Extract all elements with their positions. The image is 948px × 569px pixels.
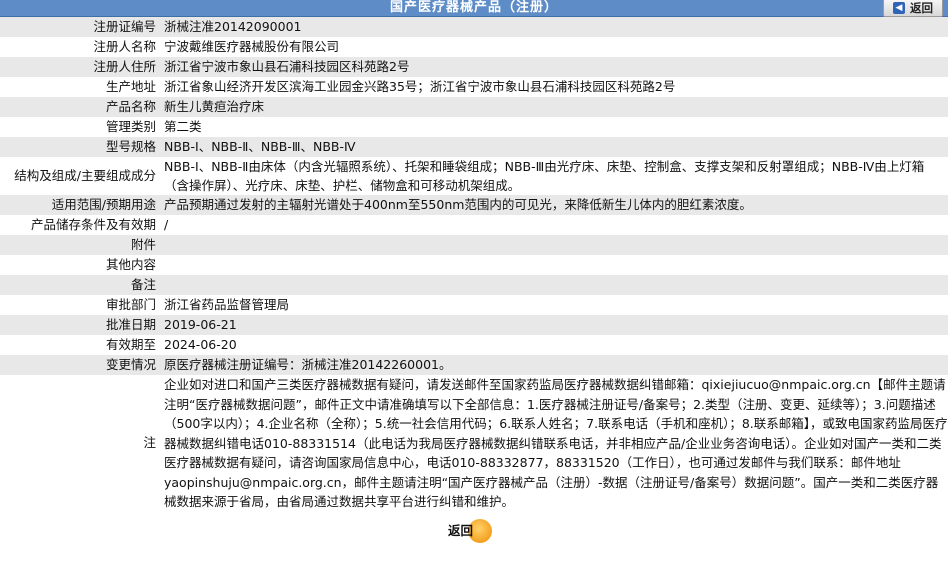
field-label: 注册人名称 <box>0 37 160 57</box>
field-value: NBB-Ⅰ、NBB-Ⅱ、NBB-Ⅲ、NBB-Ⅳ <box>160 137 948 157</box>
page-title: 国产医疗器械产品（注册） <box>389 0 558 15</box>
field-value: 浙江省宁波市象山县石浦科技园区科苑路2号 <box>160 57 948 77</box>
table-row: 管理类别 第二类 <box>0 117 948 137</box>
table-row: 其他内容 <box>0 255 948 275</box>
field-value: 浙江省药品监督管理局 <box>160 295 948 315</box>
table-row: 结构及组成/主要组成成分 NBB-Ⅰ、NBB-Ⅱ由床体（内含光辐照系统）、托架和睡… <box>0 157 948 195</box>
field-value: 宁波戴维医疗器械股份有限公司 <box>160 37 948 57</box>
table-row: 注册证编号 浙械注准20142090001 <box>0 17 948 37</box>
table-row: 注册人名称 宁波戴维医疗器械股份有限公司 <box>0 37 948 57</box>
table-row: 批准日期 2019-06-21 <box>0 315 948 335</box>
field-value: 企业如对进口和国产三类医疗器械数据有疑问，请发送邮件至国家药监局医疗器械数据纠错… <box>160 375 948 512</box>
field-label: 有效期至 <box>0 335 160 355</box>
field-label: 生产地址 <box>0 77 160 97</box>
detail-table: 注册证编号 浙械注准20142090001 注册人名称 宁波戴维医疗器械股份有限公司注… <box>0 17 948 512</box>
field-value: NBB-Ⅰ、NBB-Ⅱ由床体（内含光辐照系统）、托架和睡袋组成；NBB-Ⅲ由光疗… <box>160 157 948 195</box>
back-arrow-icon: ◀ <box>893 1 905 14</box>
table-row: 型号规格 NBB-Ⅰ、NBB-Ⅱ、NBB-Ⅲ、NBB-Ⅳ <box>0 137 948 157</box>
field-label: 产品名称 <box>0 97 160 117</box>
back-button-bottom[interactable]: 返回 <box>448 518 492 543</box>
table-row: 备注 <box>0 275 948 295</box>
field-label: 批准日期 <box>0 315 160 335</box>
table-row: 审批部门 浙江省药品监督管理局 <box>0 295 948 315</box>
field-label: 注册证编号 <box>0 17 160 37</box>
table-row: 有效期至 2024-06-20 <box>0 335 948 355</box>
field-value: 浙江省象山经济开发区滨海工业园金兴路35号；浙江省宁波市象山县石浦科技园区科苑路… <box>160 77 948 97</box>
page-footer: 返回 <box>0 512 948 544</box>
table-row: 附件 <box>0 235 948 255</box>
field-label: 注册人住所 <box>0 57 160 77</box>
field-label: 产品储存条件及有效期 <box>0 215 160 235</box>
table-row: 适用范围/预期用途 产品预期通过发射的主辐射光谱处于400nm至550nm范围内的… <box>0 195 948 215</box>
field-label: 注 <box>0 375 160 512</box>
field-value <box>160 275 948 295</box>
table-row: 产品名称 新生儿黄疸治疗床 <box>0 97 948 117</box>
field-label: 附件 <box>0 235 160 255</box>
field-label: 其他内容 <box>0 255 160 275</box>
field-value: 2019-06-21 <box>160 315 948 335</box>
field-value: 第二类 <box>160 117 948 137</box>
field-label: 适用范围/预期用途 <box>0 195 160 215</box>
field-value: 原医疗器械注册证编号：浙械注准20142260001。 <box>160 355 948 375</box>
field-value: / <box>160 215 948 235</box>
field-label: 备注 <box>0 275 160 295</box>
field-value: 新生儿黄疸治疗床 <box>160 97 948 117</box>
table-row: 注企业如对进口和国产三类医疗器械数据有疑问，请发送邮件至国家药监局医疗器械数据纠… <box>0 375 948 512</box>
field-label: 结构及组成/主要组成成分 <box>0 157 160 195</box>
table-row: 注册人住所 浙江省宁波市象山县石浦科技园区科苑路2号 <box>0 57 948 77</box>
back-button-top[interactable]: ◀ 返回 <box>883 0 943 17</box>
field-value: 2024-06-20 <box>160 335 948 355</box>
field-label: 审批部门 <box>0 295 160 315</box>
page-header: 国产医疗器械产品（注册） ◀ 返回 <box>0 0 948 17</box>
back-button-label: 返回 <box>910 0 933 15</box>
table-row: 变更情况 原医疗器械注册证编号：浙械注准20142260001。 <box>0 355 948 375</box>
field-value <box>160 255 948 275</box>
field-label: 变更情况 <box>0 355 160 375</box>
field-value <box>160 235 948 255</box>
field-label: 型号规格 <box>0 137 160 157</box>
field-value: 产品预期通过发射的主辐射光谱处于400nm至550nm范围内的可见光，来降低新生… <box>160 195 948 215</box>
table-row: 生产地址 浙江省象山经济开发区滨海工业园金兴路35号；浙江省宁波市象山县石浦科技园… <box>0 77 948 97</box>
field-value: 浙械注准20142090001 <box>160 17 948 37</box>
back-button-bottom-label: 返回 <box>448 523 474 538</box>
field-label: 管理类别 <box>0 117 160 137</box>
table-row: 产品储存条件及有效期 / <box>0 215 948 235</box>
